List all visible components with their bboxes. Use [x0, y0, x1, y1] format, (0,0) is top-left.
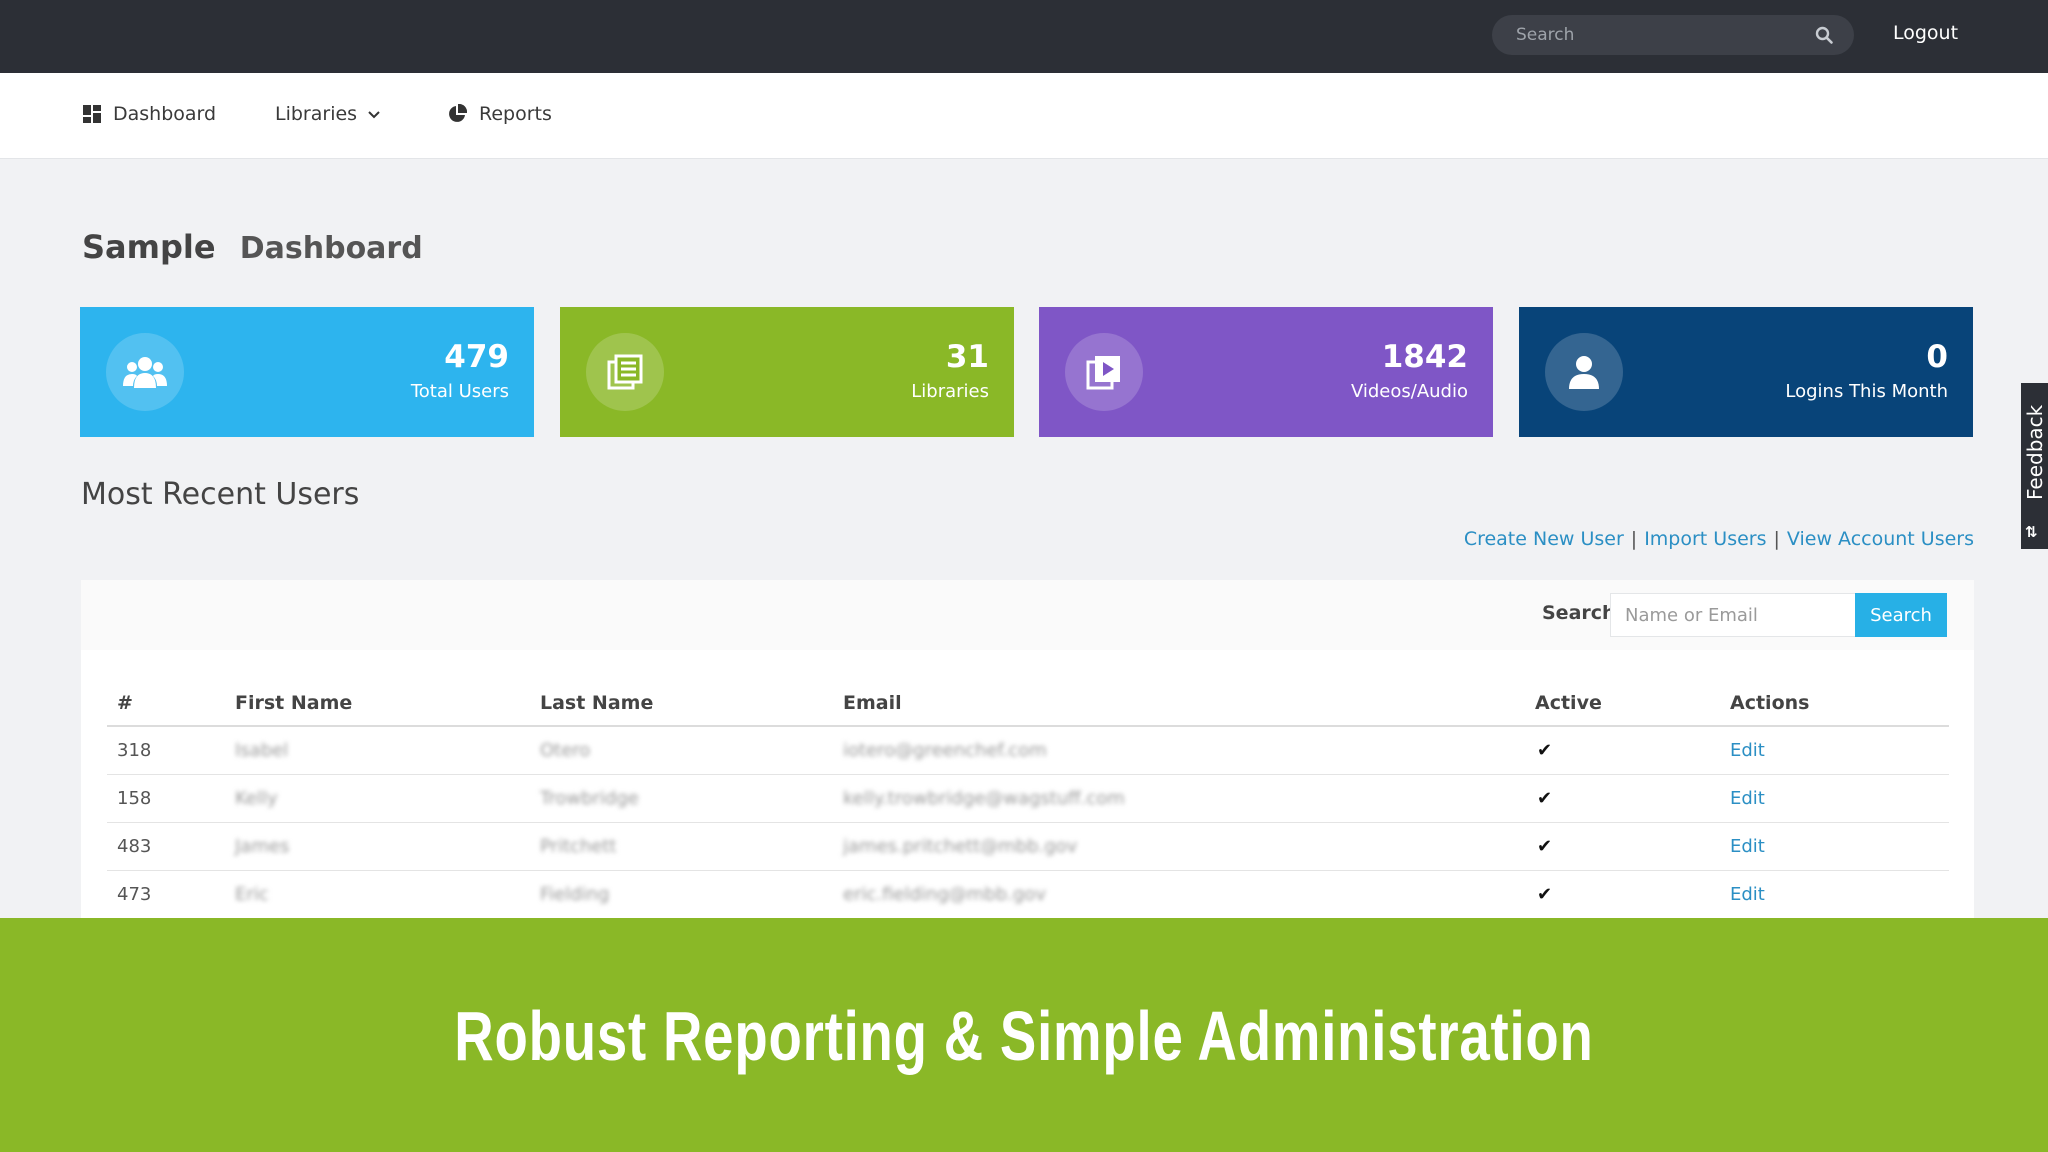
cell-email: kelly.trowbridge@wagstuff.com	[833, 774, 1525, 823]
video-icon	[1086, 356, 1120, 390]
promo-banner-text: Robust Reporting & Simple Administration	[454, 997, 1594, 1075]
cell-first-name: James	[225, 822, 530, 871]
link-separator: |	[1773, 528, 1780, 550]
users-table: # First Name Last Name Email Active Acti…	[107, 680, 1949, 919]
col-header-active[interactable]: Active	[1525, 680, 1720, 727]
section-title: Most Recent Users	[81, 477, 360, 512]
stat-icon-circle	[1065, 333, 1143, 411]
stat-value: 479	[444, 339, 509, 375]
col-header-first-name[interactable]: First Name	[225, 680, 530, 727]
search-icon[interactable]	[1814, 25, 1834, 45]
promo-banner: Robust Reporting & Simple Administration	[0, 918, 2048, 1152]
stat-value: 0	[1926, 339, 1948, 375]
table-row: 318 Isabel Otero iotero@greenchef.com ✔ …	[107, 726, 1949, 775]
library-icon	[607, 354, 643, 390]
nav-dashboard[interactable]: Dashboard	[83, 103, 216, 125]
active-check-icon: ✔	[1525, 774, 1720, 823]
cell-last-name: Fielding	[530, 870, 833, 919]
page-title: Sample Dashboard	[82, 228, 423, 266]
users-panel: Search Search # First Name Last Name Ema…	[81, 580, 1974, 920]
user-icon	[1569, 356, 1599, 389]
cell-last-name: Trowbridge	[530, 774, 833, 823]
import-users-link[interactable]: Import Users	[1644, 528, 1766, 550]
nav-reports[interactable]: Reports	[447, 103, 552, 125]
users-icon	[123, 357, 167, 388]
chevron-down-icon	[368, 111, 380, 119]
edit-link[interactable]: Edit	[1720, 870, 1949, 919]
nav-reports-label: Reports	[479, 103, 552, 125]
col-header-email[interactable]: Email	[833, 680, 1525, 727]
pie-chart-icon	[449, 104, 467, 122]
stat-card-logins[interactable]: 0 Logins This Month	[1519, 307, 1973, 437]
stat-label: Logins This Month	[1785, 381, 1948, 402]
cell-id: 158	[107, 774, 225, 823]
dashboard-icon	[83, 105, 101, 123]
cell-last-name: Otero	[530, 726, 833, 775]
active-check-icon: ✔	[1525, 726, 1720, 775]
user-search-button[interactable]: Search	[1855, 593, 1947, 637]
cell-id: 473	[107, 870, 225, 919]
cell-email: iotero@greenchef.com	[833, 726, 1525, 775]
user-actions-links: Create New User | Import Users | View Accoun…	[1464, 528, 1974, 550]
stat-card-videos-audio[interactable]: 1842 Videos/Audio	[1039, 307, 1493, 437]
feedback-tab[interactable]: Feedback ⇅	[2021, 383, 2048, 549]
active-check-icon: ✔	[1525, 822, 1720, 871]
edit-link[interactable]: Edit	[1720, 726, 1949, 775]
cell-id: 483	[107, 822, 225, 871]
table-header-row: # First Name Last Name Email Active Acti…	[107, 680, 1949, 727]
global-search-input[interactable]	[1516, 15, 1806, 55]
stat-icon-circle	[106, 333, 184, 411]
page-title-part2: Dashboard	[239, 231, 423, 266]
top-bar: Logout	[0, 0, 2048, 73]
main-nav: Dashboard Libraries Reports	[0, 73, 2048, 159]
logout-link[interactable]: Logout	[1893, 22, 1958, 44]
create-new-user-link[interactable]: Create New User	[1464, 528, 1624, 550]
stat-icon-circle	[1545, 333, 1623, 411]
stat-label: Libraries	[911, 381, 989, 402]
view-account-users-link[interactable]: View Account Users	[1787, 528, 1974, 550]
global-search[interactable]	[1492, 15, 1854, 55]
stat-label: Total Users	[410, 381, 509, 402]
col-header-last-name[interactable]: Last Name	[530, 680, 833, 727]
active-check-icon: ✔	[1525, 870, 1720, 919]
cell-id: 318	[107, 726, 225, 775]
cell-first-name: Kelly	[225, 774, 530, 823]
feedback-label: Feedback	[2023, 404, 2047, 500]
table-row: 483 James Pritchett james.pritchett@mbb.…	[107, 822, 1949, 871]
nav-libraries-label: Libraries	[275, 103, 358, 125]
cell-first-name: Isabel	[225, 726, 530, 775]
nav-dashboard-label: Dashboard	[113, 103, 217, 125]
table-row: 158 Kelly Trowbridge kelly.trowbridge@wa…	[107, 774, 1949, 823]
col-header-id[interactable]: #	[107, 680, 225, 727]
user-search-label: Search	[1542, 602, 1616, 624]
edit-link[interactable]: Edit	[1720, 822, 1949, 871]
page-title-part1: Sample	[82, 228, 216, 266]
edit-link[interactable]: Edit	[1720, 774, 1949, 823]
col-header-actions: Actions	[1720, 680, 1949, 727]
cell-last-name: Pritchett	[530, 822, 833, 871]
nav-libraries[interactable]: Libraries	[275, 103, 381, 125]
cell-email: james.pritchett@mbb.gov	[833, 822, 1525, 871]
link-separator: |	[1630, 528, 1638, 550]
stat-value: 31	[945, 339, 989, 375]
stat-card-libraries[interactable]: 31 Libraries	[560, 307, 1014, 437]
stat-value: 1842	[1381, 339, 1468, 375]
cell-email: eric.fielding@mbb.gov	[833, 870, 1525, 919]
stat-card-total-users[interactable]: 479 Total Users	[80, 307, 534, 437]
feedback-sort-icon: ⇅	[2025, 523, 2038, 541]
cell-first-name: Eric	[225, 870, 530, 919]
users-search-bar: Search Search	[81, 580, 1974, 650]
stat-icon-circle	[586, 333, 664, 411]
table-row: 473 Eric Fielding eric.fielding@mbb.gov …	[107, 870, 1949, 919]
stat-label: Videos/Audio	[1350, 381, 1468, 402]
